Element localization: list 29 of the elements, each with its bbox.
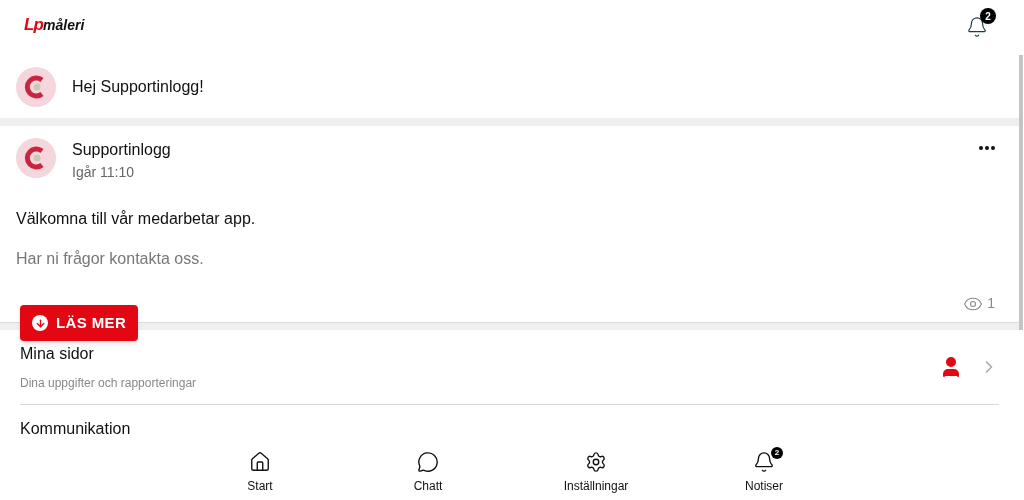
post-body: Har ni frågor kontakta oss. xyxy=(16,249,205,269)
nav-tab[interactable]: 2 Notiser xyxy=(680,445,848,500)
avatar-icon xyxy=(16,66,56,107)
more-button[interactable] xyxy=(979,146,995,150)
bell-icon xyxy=(753,450,775,473)
author-name: Supportinlogg xyxy=(72,140,172,160)
greeting-text: Hej Supportinlogg! xyxy=(72,76,204,97)
view-count: 1 xyxy=(987,294,995,313)
avatar-icon xyxy=(16,138,56,178)
scrollbar[interactable] xyxy=(1019,55,1023,330)
logo: Lpmåleri xyxy=(24,14,85,36)
nav-tab[interactable]: Start xyxy=(176,445,344,500)
notification-badge: 2 xyxy=(771,446,783,459)
menu-item-title: Mina sidor xyxy=(20,344,95,364)
menu-item-subtitle: Dina uppgifter och rapporteringar xyxy=(20,375,198,392)
menu-item-title: Kommunikation xyxy=(20,419,132,439)
notification-badge: 2 xyxy=(980,8,996,24)
home-icon xyxy=(249,450,271,473)
post-time: Igår 11:10 xyxy=(72,163,135,182)
chat-icon xyxy=(417,450,439,473)
read-more-button[interactable]: LÄS MER xyxy=(20,305,139,341)
settings-icon xyxy=(585,450,607,473)
menu-item[interactable]: Kommunikation xyxy=(20,405,999,445)
post-title: Välkomna till vår medarbetar app. xyxy=(16,209,257,229)
more-icon xyxy=(979,146,995,150)
arrow-down-icon xyxy=(32,315,48,331)
nav-tab[interactable]: Inställningar xyxy=(512,445,680,500)
menu-item[interactable]: Mina sidor Dina uppgifter och rapporteringar xyxy=(20,330,999,405)
nav-tab[interactable]: Chatt xyxy=(344,445,512,500)
